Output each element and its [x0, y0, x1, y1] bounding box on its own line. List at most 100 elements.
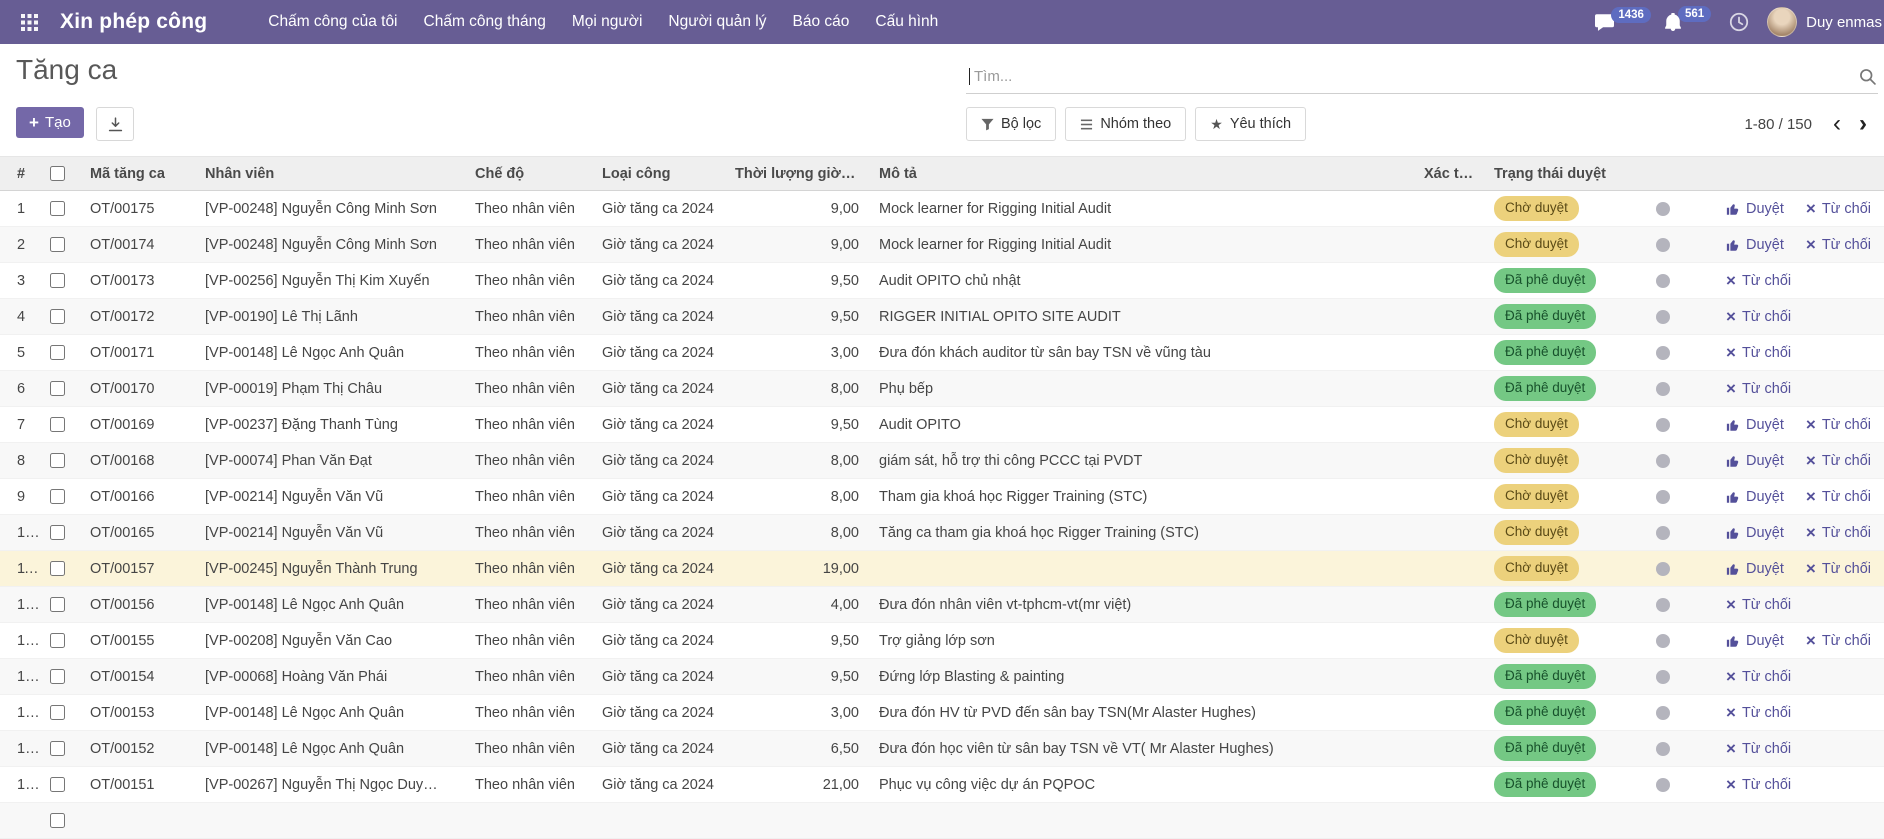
table-row[interactable]: 9 OT/00166 [VP-00214] Nguyễn Văn Vũ Theo… [0, 479, 1884, 515]
menu-moi-nguoi[interactable]: Mọi người [559, 1, 656, 43]
refuse-button[interactable]: × Từ chối [1726, 740, 1791, 757]
table-row[interactable]: 10 OT/00165 [VP-00214] Nguyễn Văn Vũ The… [0, 515, 1884, 551]
activity-dot[interactable] [1656, 202, 1670, 216]
refuse-button[interactable]: × Từ chối [1726, 308, 1791, 325]
menu-nguoi-quan-ly[interactable]: Người quản lý [655, 1, 779, 43]
search-input[interactable] [970, 68, 1859, 85]
col-header-status[interactable]: Trạng thái duyệt [1484, 157, 1646, 191]
refuse-button[interactable]: × Từ chối [1726, 776, 1791, 793]
activity-dot[interactable] [1656, 274, 1670, 288]
row-checkbox[interactable] [50, 417, 65, 432]
row-checkbox[interactable] [50, 237, 65, 252]
table-row[interactable]: 3 OT/00173 [VP-00256] Nguyễn Thị Kim Xuy… [0, 263, 1884, 299]
approve-button[interactable]: Duyệt [1726, 237, 1784, 253]
activity-dot[interactable] [1656, 670, 1670, 684]
refuse-button[interactable]: × Từ chối [1806, 200, 1871, 217]
row-checkbox[interactable] [50, 381, 65, 396]
activity-dot[interactable] [1656, 454, 1670, 468]
table-row[interactable]: 12 OT/00156 [VP-00148] Lê Ngọc Anh Quân … [0, 587, 1884, 623]
approve-button[interactable]: Duyệt [1726, 453, 1784, 469]
approve-button[interactable]: Duyệt [1726, 633, 1784, 649]
approve-button[interactable]: Duyệt [1726, 201, 1784, 217]
col-header-employee[interactable]: Nhân viên [195, 157, 465, 191]
row-checkbox[interactable] [50, 669, 65, 684]
table-row[interactable]: 6 OT/00170 [VP-00019] Phạm Thị Châu Theo… [0, 371, 1884, 407]
activity-dot[interactable] [1656, 634, 1670, 648]
refuse-button[interactable]: × Từ chối [1806, 560, 1871, 577]
groupby-button[interactable]: Nhóm theo [1065, 107, 1186, 141]
select-all-checkbox[interactable] [50, 166, 65, 181]
activity-dot[interactable] [1656, 562, 1670, 576]
col-header-hours[interactable]: Thời lượng giờ… [725, 157, 869, 191]
table-row[interactable]: 5 OT/00171 [VP-00148] Lê Ngọc Anh Quân T… [0, 335, 1884, 371]
pager-next-button[interactable]: › [1850, 112, 1876, 136]
col-header-select-all[interactable] [40, 157, 80, 191]
row-checkbox[interactable] [50, 489, 65, 504]
refuse-button[interactable]: × Từ chối [1726, 596, 1791, 613]
refuse-button[interactable]: × Từ chối [1806, 524, 1871, 541]
row-checkbox[interactable] [50, 525, 65, 540]
row-checkbox[interactable] [50, 813, 65, 828]
table-row[interactable]: 2 OT/00174 [VP-00248] Nguyễn Công Minh S… [0, 227, 1884, 263]
create-button[interactable]: + Tạo [16, 107, 84, 138]
row-checkbox[interactable] [50, 633, 65, 648]
table-row[interactable]: 1 OT/00175 [VP-00248] Nguyễn Công Minh S… [0, 191, 1884, 227]
user-menu[interactable]: Duy enmas [1767, 7, 1882, 37]
apps-menu-button[interactable] [14, 7, 44, 37]
pager-previous-button[interactable]: ‹ [1824, 112, 1850, 136]
activity-dot[interactable] [1656, 598, 1670, 612]
activity-dot[interactable] [1656, 778, 1670, 792]
activity-dot[interactable] [1656, 742, 1670, 756]
table-row[interactable]: 11 OT/00157 [VP-00245] Nguyễn Thành Trun… [0, 551, 1884, 587]
approve-button[interactable]: Duyệt [1726, 417, 1784, 433]
table-row[interactable]: 4 OT/00172 [VP-00190] Lê Thị Lãnh Theo n… [0, 299, 1884, 335]
row-checkbox[interactable] [50, 741, 65, 756]
activity-dot[interactable] [1656, 310, 1670, 324]
table-row[interactable]: 17 OT/00151 [VP-00267] Nguyễn Thị Ngọc D… [0, 767, 1884, 803]
col-header-index[interactable]: # [0, 157, 40, 191]
col-header-work-type[interactable]: Loại công [592, 157, 725, 191]
app-title[interactable]: Xin phép công [60, 10, 207, 34]
row-checkbox[interactable] [50, 705, 65, 720]
refuse-button[interactable]: × Từ chối [1726, 344, 1791, 361]
filters-button[interactable]: Bộ lọc [966, 107, 1056, 141]
activity-dot[interactable] [1656, 706, 1670, 720]
activity-dot[interactable] [1656, 382, 1670, 396]
col-header-mode[interactable]: Chế độ [465, 157, 592, 191]
refuse-button[interactable]: × Từ chối [1726, 272, 1791, 289]
table-row[interactable]: 16 OT/00152 [VP-00148] Lê Ngọc Anh Quân … [0, 731, 1884, 767]
approve-button[interactable]: Duyệt [1726, 561, 1784, 577]
refuse-button[interactable]: × Từ chối [1806, 236, 1871, 253]
search-icon[interactable] [1859, 68, 1876, 85]
refuse-button[interactable]: × Từ chối [1806, 488, 1871, 505]
row-checkbox[interactable] [50, 309, 65, 324]
row-checkbox[interactable] [50, 777, 65, 792]
refuse-button[interactable]: × Từ chối [1806, 452, 1871, 469]
col-header-code[interactable]: Mã tăng ca [80, 157, 195, 191]
export-button[interactable] [96, 107, 134, 141]
refuse-button[interactable]: × Từ chối [1726, 704, 1791, 721]
refuse-button[interactable]: × Từ chối [1806, 632, 1871, 649]
refuse-button[interactable]: × Từ chối [1806, 416, 1871, 433]
notifications-button[interactable]: 561 [1665, 13, 1711, 31]
table-row[interactable]: 8 OT/00168 [VP-00074] Phan Văn Đạt Theo … [0, 443, 1884, 479]
refuse-button[interactable]: × Từ chối [1726, 380, 1791, 397]
approve-button[interactable]: Duyệt [1726, 489, 1784, 505]
messages-button[interactable]: 1436 [1595, 14, 1651, 31]
menu-cham-cong-thang[interactable]: Chấm công tháng [411, 1, 559, 43]
row-checkbox[interactable] [50, 201, 65, 216]
table-row[interactable]: 7 OT/00169 [VP-00237] Đặng Thanh Tùng Th… [0, 407, 1884, 443]
favorites-button[interactable]: ★ Yêu thích [1195, 107, 1306, 141]
row-checkbox[interactable] [50, 561, 65, 576]
row-checkbox[interactable] [50, 345, 65, 360]
activity-dot[interactable] [1656, 238, 1670, 252]
table-row[interactable]: 15 OT/00153 [VP-00148] Lê Ngọc Anh Quân … [0, 695, 1884, 731]
activity-dot[interactable] [1656, 490, 1670, 504]
activities-button[interactable] [1729, 12, 1749, 32]
approve-button[interactable]: Duyệt [1726, 525, 1784, 541]
activity-dot[interactable] [1656, 526, 1670, 540]
table-row[interactable]: 13 OT/00155 [VP-00208] Nguyễn Văn Cao Th… [0, 623, 1884, 659]
search-bar[interactable] [966, 60, 1878, 94]
menu-cham-cong-cua-toi[interactable]: Chấm công của tôi [255, 1, 410, 43]
row-checkbox[interactable] [50, 273, 65, 288]
